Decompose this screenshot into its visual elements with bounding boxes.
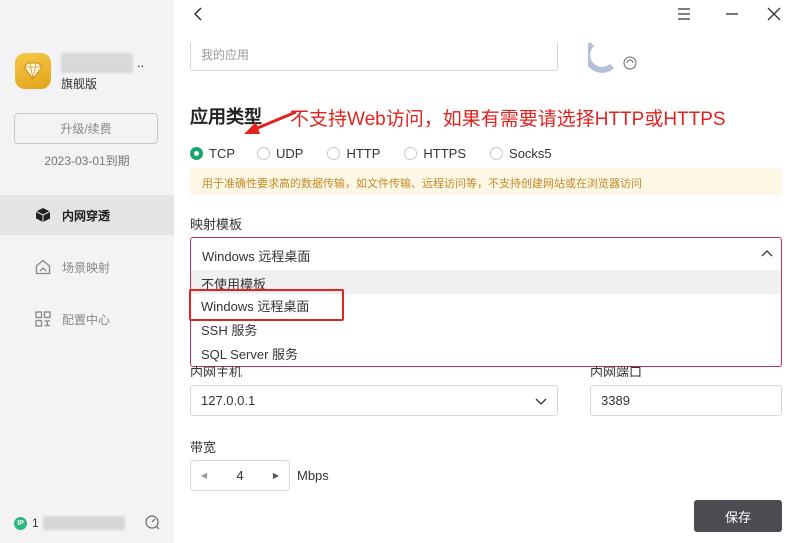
close-icon[interactable] — [764, 4, 784, 24]
ip-prefix: 1 — [32, 516, 39, 530]
ip-status: IP 1 — [14, 513, 164, 533]
radio-dot — [257, 146, 270, 160]
cube-icon — [34, 206, 52, 224]
plan-label: 旗舰版 — [61, 77, 98, 91]
radio-https[interactable]: HTTPS — [404, 146, 466, 161]
inner-host-select[interactable]: 127.0.0.1 — [190, 385, 558, 416]
annotation-highlight-box — [189, 289, 344, 321]
sidebar-item-label: 场景映射 — [62, 260, 111, 275]
bandwidth-stepper[interactable]: ◀ 4 ▶ — [190, 460, 290, 491]
radio-label: Socks5 — [509, 145, 552, 161]
bandwidth-value: 4 — [236, 468, 244, 483]
template-select[interactable]: Windows 远程桌面 — [190, 237, 782, 269]
username-suffix: .. — [137, 55, 145, 70]
radio-dot — [190, 146, 203, 160]
back-icon[interactable] — [188, 4, 208, 24]
app-name-placeholder: 我的应用 — [201, 48, 250, 62]
bandwidth-label: 带宽 — [190, 440, 217, 455]
vip-crown-icon — [15, 53, 51, 89]
ip-blurred — [42, 516, 125, 530]
title-bar — [174, 0, 794, 28]
chevron-up-icon — [761, 250, 773, 257]
radio-label: HTTP — [346, 145, 381, 161]
protocol-hint: 用于准确性要求高的数据传输，如文件传输、远程访问等，不支持创建网站或在浏览器访问 — [190, 168, 782, 195]
radio-udp[interactable]: UDP — [257, 146, 303, 161]
minimize-icon[interactable] — [722, 4, 742, 24]
radio-dot — [327, 146, 341, 160]
menu-icon[interactable] — [674, 4, 694, 24]
sidebar-item-config[interactable]: 配置中心 — [0, 299, 174, 339]
sidebar-item-intranet[interactable]: 内网穿透 — [0, 195, 174, 235]
sidebar-item-label: 配置中心 — [62, 312, 111, 327]
radio-http[interactable]: HTTP — [327, 146, 380, 161]
profile: .. 旗舰版 — [15, 50, 165, 95]
bandwidth-unit: Mbps — [297, 468, 329, 483]
inner-host-value: 127.0.0.1 — [201, 393, 256, 408]
ip-badge-icon: IP — [14, 516, 27, 530]
inner-port-input[interactable]: 3389 — [590, 385, 782, 416]
expire-date: 2023-03-01到期 — [44, 154, 130, 168]
save-button[interactable]: 保存 — [694, 500, 782, 532]
grid-icon — [34, 310, 52, 328]
protocol-radio-group: TCP UDP HTTP HTTPS Socks5 — [190, 144, 552, 162]
home-icon — [34, 258, 52, 276]
username-blurred — [61, 53, 133, 73]
increment-icon[interactable]: ▶ — [273, 471, 279, 480]
chevron-down-icon — [535, 398, 547, 405]
template-option-sql-server[interactable]: SQL Server 服务 — [191, 340, 781, 364]
app-logo-icon — [584, 40, 640, 74]
radio-label: TCP — [209, 145, 235, 161]
template-selected-value: Windows 远程桌面 — [202, 249, 311, 264]
inner-host-label: 内网主机 — [190, 366, 243, 377]
radio-socks5[interactable]: Socks5 — [490, 146, 552, 161]
inner-port-label: 内网端口 — [590, 366, 643, 377]
sidebar-item-label: 内网穿透 — [62, 208, 111, 223]
decrement-icon[interactable]: ◀ — [201, 471, 207, 480]
app-name-input[interactable]: 我的应用 — [190, 42, 558, 71]
radio-label: UDP — [276, 145, 304, 161]
speedometer-icon[interactable] — [144, 514, 160, 535]
inner-port-value: 3389 — [601, 393, 630, 408]
template-label: 映射模板 — [190, 217, 243, 232]
radio-label: HTTPS — [423, 145, 467, 161]
radio-tcp[interactable]: TCP — [190, 146, 235, 161]
annotation-text: 不支持Web访问，如果有需要请选择HTTP或HTTPS — [290, 109, 726, 130]
radio-dot — [404, 146, 418, 160]
radio-dot — [490, 146, 504, 160]
upgrade-button[interactable]: 升级/续费 — [14, 113, 158, 144]
sidebar: .. 旗舰版 升级/续费 2023-03-01到期 内网穿透 场景映射 配置中心… — [0, 0, 174, 543]
sidebar-item-scene[interactable]: 场景映射 — [0, 247, 174, 287]
